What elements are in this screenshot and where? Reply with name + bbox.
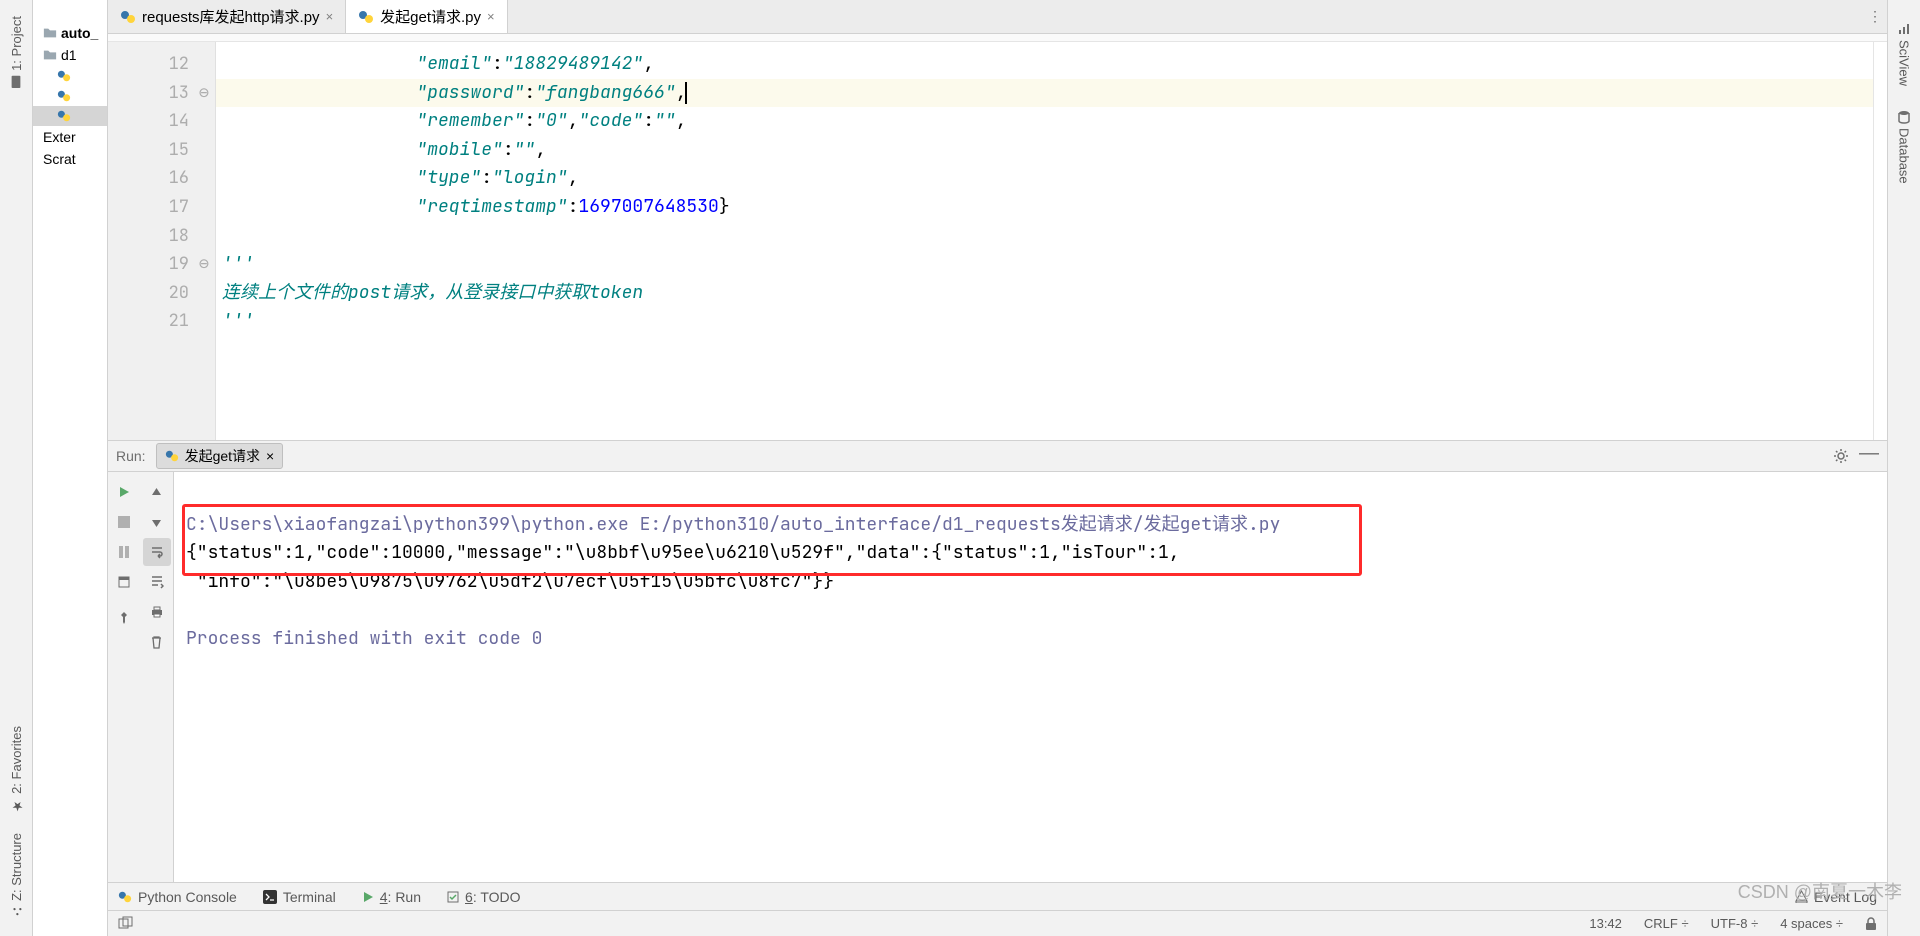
print-button[interactable] xyxy=(143,598,171,626)
breadcrumb xyxy=(108,34,1887,42)
project-file-3[interactable] xyxy=(33,106,107,126)
right-tool-stripe: SciView Database xyxy=(1887,0,1920,936)
status-lock-icon[interactable] xyxy=(1865,917,1877,931)
file-tab-label: requests库发起http请求.py xyxy=(142,6,320,27)
run-toolbar xyxy=(108,472,174,882)
run-header-label: Run: xyxy=(116,448,146,464)
rerun-button[interactable] xyxy=(110,478,138,506)
project-pane[interactable]: auto_ d1 Exter Scrat xyxy=(33,0,108,936)
run-tool-header: Run: 发起get请求 × — xyxy=(108,440,1887,472)
editor-gutter: 12⊖131415161718⊖192021 xyxy=(108,42,216,440)
external-libs[interactable]: Exter xyxy=(33,126,107,148)
dump-button[interactable] xyxy=(110,568,138,596)
up-button[interactable] xyxy=(143,478,171,506)
console-cmd-path: C:\Users\xiaofangzai\python399\python.ex… xyxy=(186,513,1280,536)
project-tool-tab[interactable]: 1: Project xyxy=(7,6,26,99)
status-line-sep[interactable]: CRLF ÷ xyxy=(1644,916,1689,931)
down-button[interactable] xyxy=(143,508,171,536)
trash-button[interactable] xyxy=(143,628,171,656)
console-output-l1: {"status":1,"code":10000,"message":"\u8b… xyxy=(186,541,1180,564)
run-tab[interactable]: 4: Run xyxy=(362,889,421,905)
scratches[interactable]: Scrat xyxy=(33,148,107,170)
project-file-2[interactable] xyxy=(33,86,107,106)
favorites-tool-tab[interactable]: ★2: Favorites xyxy=(7,716,26,823)
project-root[interactable]: auto_ xyxy=(33,22,107,44)
close-icon[interactable]: × xyxy=(487,9,495,24)
error-stripe[interactable] xyxy=(1873,42,1887,440)
status-encoding[interactable]: UTF-8 ÷ xyxy=(1711,916,1759,931)
editor-tabs-bar: requests库发起http请求.py × 发起get请求.py × ⋮ xyxy=(108,0,1887,34)
structure-tool-tab[interactable]: ⛬Z: Structure xyxy=(7,823,26,928)
project-dir-d1[interactable]: d1 xyxy=(33,44,107,66)
terminal-tab[interactable]: Terminal xyxy=(263,889,336,905)
status-bar: 13:42 CRLF ÷ UTF-8 ÷ 4 spaces ÷ xyxy=(108,910,1887,936)
project-file-1[interactable] xyxy=(33,66,107,86)
left-tool-stripe: 1: Project ★2: Favorites ⛬Z: Structure xyxy=(0,0,33,936)
todo-tab[interactable]: 6: TODO xyxy=(447,889,521,905)
sciview-tool-tab[interactable]: SciView xyxy=(1895,10,1914,98)
run-console[interactable]: C:\Users\xiaofangzai\python399\python.ex… xyxy=(174,472,1887,882)
pause-button[interactable] xyxy=(110,538,138,566)
status-overlay-icon[interactable] xyxy=(118,916,133,931)
code-editor[interactable]: 12⊖131415161718⊖192021 "email":"18829489… xyxy=(108,42,1887,440)
file-tab-0[interactable]: requests库发起http请求.py × xyxy=(108,0,346,33)
scroll-end-button[interactable] xyxy=(143,568,171,596)
close-icon[interactable]: × xyxy=(326,9,334,24)
console-output-l2: "info":"\u8be5\u9875\u9762\u5df2\u7ecf\u… xyxy=(186,570,834,593)
status-time: 13:42 xyxy=(1589,916,1622,931)
close-icon[interactable]: × xyxy=(266,448,274,464)
stop-button[interactable] xyxy=(110,508,138,536)
editor-code[interactable]: "email":"18829489142", "password":"fangb… xyxy=(216,42,1873,440)
gear-icon[interactable] xyxy=(1833,448,1849,464)
run-config-tab[interactable]: 发起get请求 × xyxy=(156,443,284,469)
event-log-tab[interactable]: Event Log xyxy=(1795,889,1877,905)
softwrap-button[interactable] xyxy=(143,538,171,566)
python-console-tab[interactable]: Python Console xyxy=(118,889,237,905)
file-tab-1[interactable]: 发起get请求.py × xyxy=(346,0,507,33)
database-tool-tab[interactable]: Database xyxy=(1895,98,1914,196)
status-indent[interactable]: 4 spaces ÷ xyxy=(1780,916,1843,931)
bottom-tool-tabs: Python Console Terminal 4: Run 6: TODO E… xyxy=(108,882,1887,910)
tabs-more-icon[interactable]: ⋮ xyxy=(1863,0,1887,33)
file-tab-label: 发起get请求.py xyxy=(380,6,481,27)
run-tool-window: C:\Users\xiaofangzai\python399\python.ex… xyxy=(108,472,1887,882)
minimize-icon[interactable]: — xyxy=(1859,448,1879,464)
console-exit: Process finished with exit code 0 xyxy=(186,627,542,650)
pin-icon[interactable] xyxy=(110,604,138,632)
